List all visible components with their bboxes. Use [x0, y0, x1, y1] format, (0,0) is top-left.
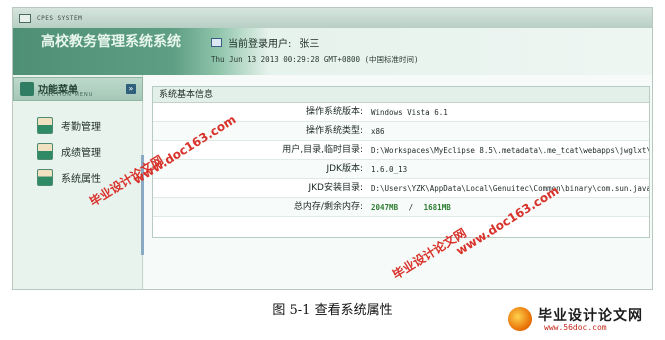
row-label: 总内存/剩余内存:: [293, 202, 363, 212]
row-label: JDK版本:: [326, 164, 363, 174]
site-logo: 毕业设计论文网 www.56doc.com: [508, 303, 658, 336]
memory-separator: /: [408, 203, 414, 212]
header-banner: 高校教务管理系统系统 当前登录用户: 张三 Thu Jun 13 2013 00…: [13, 28, 652, 75]
table-row: JKD安装目录: D:\Users\YZK\AppData\Local\Genu…: [153, 179, 649, 198]
user-avatar-icon: [37, 117, 53, 134]
user-avatar-icon: [37, 143, 53, 160]
chevron-double-down-icon[interactable]: »: [126, 84, 136, 94]
menu-subtitle: FUNCTION MENU: [38, 92, 94, 98]
sidebar-item-system-properties[interactable]: 系统属性: [37, 169, 101, 186]
sidebar-item-label: 成绩管理: [61, 148, 101, 159]
site-name: 毕业设计论文网: [538, 308, 643, 324]
sidebar-item-grades[interactable]: 成绩管理: [37, 143, 101, 160]
current-datetime: Thu Jun 13 2013 00:29:28 GMT+0800 (中国标准时…: [211, 55, 419, 64]
table-row: 总内存/剩余内存: 2047MB / 1681MB: [153, 198, 649, 217]
row-label: 操作系统版本:: [305, 107, 363, 117]
monitor-icon: [19, 13, 31, 23]
current-user-label: 当前登录用户:: [228, 39, 292, 50]
window-icon: [211, 38, 222, 47]
free-memory: 1681MB: [423, 203, 451, 212]
user-avatar-icon: [37, 169, 53, 186]
site-url: www.56doc.com: [544, 323, 607, 332]
menu-icon: [20, 82, 34, 96]
logo-mark-icon: [508, 307, 532, 331]
window-title: CPES SYSTEM: [37, 14, 83, 22]
panel-title: 系统基本信息: [153, 87, 649, 103]
row-value: 1.6.0_13: [371, 165, 408, 174]
row-value: D:\Users\YZK\AppData\Local\Genuitec\Comm…: [371, 184, 649, 193]
row-value: Windows Vista 6.1: [371, 108, 448, 117]
function-menu-header[interactable]: 功能菜单 FUNCTION MENU »: [13, 77, 143, 101]
row-value: x86: [371, 127, 385, 136]
current-user-line: 当前登录用户: 张三: [211, 35, 319, 50]
sidebar-item-label: 系统属性: [61, 174, 101, 185]
sidebar-item-attendance[interactable]: 考勤管理: [37, 117, 101, 134]
row-label: JKD安装目录:: [308, 183, 363, 193]
system-title: 高校教务管理系统系统: [41, 34, 181, 50]
row-label: 操作系统类型:: [305, 126, 363, 136]
system-info-panel: 系统基本信息 操作系统版本: Windows Vista 6.1 操作系统类型:…: [152, 86, 650, 238]
sidebar-item-label: 考勤管理: [61, 122, 101, 133]
window-titlebar: CPES SYSTEM: [13, 8, 652, 28]
table-row: JDK版本: 1.6.0_13: [153, 160, 649, 179]
total-memory: 2047MB: [371, 203, 399, 212]
application-window: CPES SYSTEM 高校教务管理系统系统 当前登录用户: 张三 Thu Ju…: [12, 7, 653, 290]
table-row: 用户,目录,临时目录: D:\Workspaces\MyEclipse 8.5\…: [153, 141, 649, 160]
main-content: 系统基本信息 操作系统版本: Windows Vista 6.1 操作系统类型:…: [144, 75, 652, 289]
row-value: D:\Workspaces\MyEclipse 8.5\.metadata\.m…: [371, 146, 649, 155]
current-user-name: 张三: [299, 39, 320, 50]
